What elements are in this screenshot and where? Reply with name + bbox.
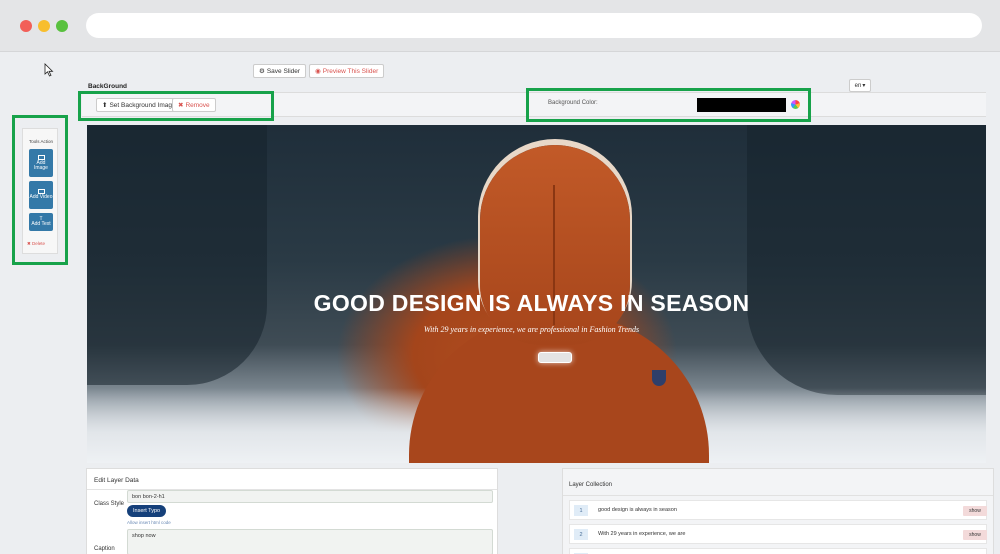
layer-row[interactable]: 1 good design is always in season show <box>569 500 987 520</box>
browser-chrome <box>0 0 1000 52</box>
layer-text: good design is always in season <box>598 507 677 513</box>
mouse-cursor-icon <box>44 63 54 77</box>
background-trees <box>747 125 986 395</box>
show-layer-button[interactable]: show <box>963 530 987 540</box>
chevron-down-icon: ▾ <box>862 83 866 89</box>
layer-collection-panel: Layer Collection 1 good design is always… <box>562 468 994 554</box>
highlight-tools-panel <box>12 115 68 265</box>
slide-button-layer[interactable] <box>538 352 572 363</box>
save-slider-label: Save Slider <box>266 67 301 75</box>
edit-layer-title: Edit Layer Data <box>94 477 139 484</box>
address-bar[interactable] <box>86 13 982 38</box>
language-select[interactable]: en ▾ <box>849 79 871 92</box>
layer-row[interactable]: 3 show <box>569 548 987 554</box>
class-style-input[interactable]: bon bon-2-h1 <box>127 490 493 503</box>
close-window-dot[interactable] <box>20 20 32 32</box>
minimize-window-dot[interactable] <box>38 20 50 32</box>
layer-text: With 29 years in experience, we are <box>598 531 686 537</box>
allow-html-note: Allow insert html code <box>127 520 171 525</box>
eye-icon: ◉ <box>315 68 321 75</box>
caption-textarea[interactable]: shop now <box>127 529 493 554</box>
save-icon: ⚙ <box>259 68 265 75</box>
insert-typo-button[interactable]: Insert Typo <box>127 505 167 517</box>
slider-editor-page: ⚙ Save Slider ◉ Preview This Slider Back… <box>0 52 1000 554</box>
class-style-label: Class Style <box>94 501 125 507</box>
save-slider-button[interactable]: ⚙ Save Slider <box>253 64 307 78</box>
slide-canvas[interactable]: GOOD DESIGN IS ALWAYS IN SEASON With 29 … <box>87 125 986 463</box>
slide-title-layer[interactable]: GOOD DESIGN IS ALWAYS IN SEASON <box>87 290 976 317</box>
layer-row[interactable]: 2 With 29 years in experience, we are sh… <box>569 524 987 544</box>
maximize-window-dot[interactable] <box>56 20 68 32</box>
edit-layer-panel: Edit Layer Data Class Style bon bon-2-h1… <box>86 468 498 554</box>
layer-number: 1 <box>574 505 588 516</box>
show-layer-button[interactable]: show <box>963 506 987 516</box>
divider <box>563 495 993 496</box>
layer-collection-title: Layer Collection <box>569 482 613 488</box>
slide-subtitle-layer[interactable]: With 29 years in experience, we are prof… <box>87 325 976 334</box>
jacket-badge <box>652 370 666 386</box>
preview-slider-button[interactable]: ◉ Preview This Slider <box>309 64 385 78</box>
language-value: en <box>854 82 862 89</box>
preview-slider-label: Preview This Slider <box>322 67 379 75</box>
highlight-background-color-controls <box>526 88 811 122</box>
background-trees <box>87 125 267 385</box>
layer-number: 2 <box>574 529 588 540</box>
slider-actions: ⚙ Save Slider ◉ Preview This Slider <box>253 64 385 78</box>
highlight-background-image-controls <box>78 91 274 121</box>
caption-label: Caption <box>94 546 115 552</box>
background-section-label: BackGround <box>88 83 128 90</box>
